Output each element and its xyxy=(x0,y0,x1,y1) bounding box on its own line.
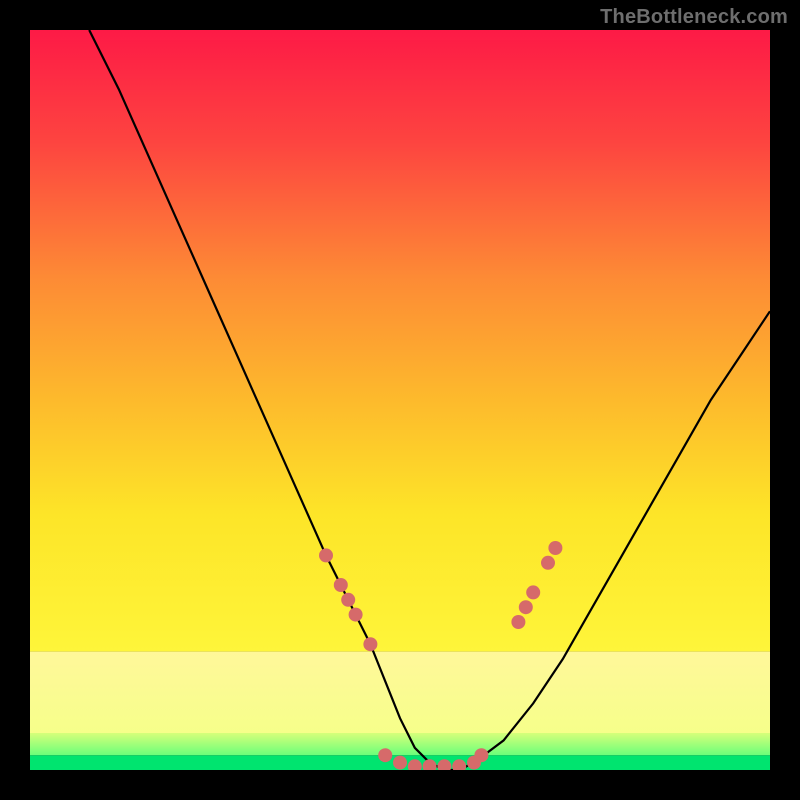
marker-dot xyxy=(526,585,540,599)
cream-band xyxy=(30,652,770,733)
marker-dot xyxy=(341,593,355,607)
marker-dot xyxy=(548,541,562,555)
light-green-band xyxy=(30,733,770,755)
marker-dot xyxy=(363,637,377,651)
marker-dot xyxy=(378,748,392,762)
marker-dot xyxy=(541,556,555,570)
marker-dot xyxy=(319,548,333,562)
bottleneck-chart xyxy=(30,30,770,770)
color-bands xyxy=(30,652,770,770)
marker-dot xyxy=(474,748,488,762)
marker-dot xyxy=(393,756,407,770)
chart-frame xyxy=(30,30,770,770)
marker-dot xyxy=(349,608,363,622)
marker-dot xyxy=(519,600,533,614)
gradient-background xyxy=(30,30,770,652)
marker-dot xyxy=(334,578,348,592)
marker-dot xyxy=(511,615,525,629)
watermark-text: TheBottleneck.com xyxy=(600,6,788,29)
